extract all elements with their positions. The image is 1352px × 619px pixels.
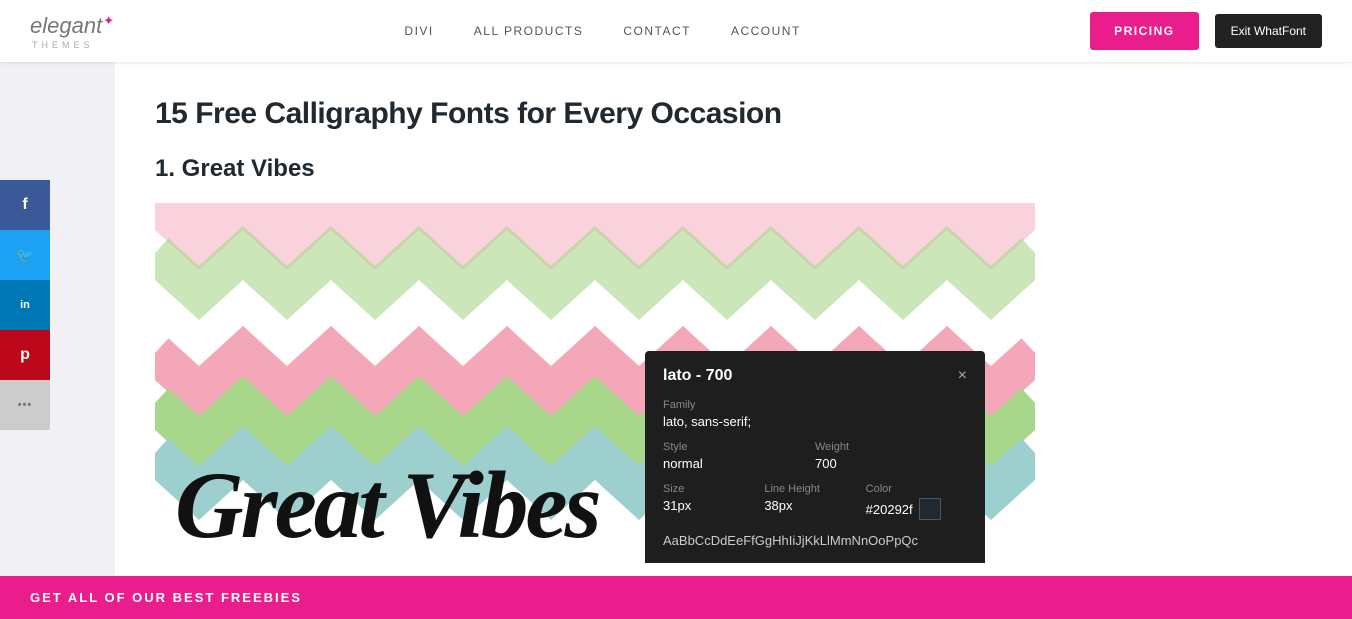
popup-font-name: lato - 700: [663, 367, 732, 385]
pinterest-icon: p: [20, 346, 30, 364]
popup-weight-label: Weight: [815, 441, 967, 453]
popup-size-value: 31px: [663, 498, 764, 513]
popup-style-weight-row: Style normal Weight 700: [663, 441, 967, 471]
pricing-button[interactable]: PRICING: [1090, 12, 1199, 50]
nav-item-contact[interactable]: CONTACT: [623, 24, 691, 38]
popup-style-label: Style: [663, 441, 815, 453]
nav-item-divi[interactable]: DIVI: [404, 24, 433, 38]
color-swatch: [919, 498, 941, 520]
logo-themes: themes: [32, 40, 94, 50]
popup-family-section: Family lato, sans-serif;: [663, 399, 967, 429]
nav-item-account[interactable]: ACCOUNT: [731, 24, 801, 38]
exit-whatfont-button[interactable]: Exit WhatFont: [1215, 14, 1322, 48]
popup-style-value: normal: [663, 456, 815, 471]
more-icon: •••: [18, 399, 33, 411]
popup-color-value: #20292f: [866, 502, 913, 517]
bottom-freebies-bar[interactable]: GET ALL OF OUR BEST FREEBIES: [0, 576, 1352, 619]
popup-color-col: Color #20292f: [866, 483, 967, 520]
popup-size-col: Size 31px: [663, 483, 764, 520]
popup-style-col: Style normal: [663, 441, 815, 471]
calligraphy-overlay: Great Vibes: [175, 458, 599, 553]
logo[interactable]: elegant ✦ themes: [30, 13, 115, 50]
popup-lineheight-value: 38px: [764, 498, 865, 513]
social-facebook-button[interactable]: f: [0, 180, 50, 230]
popup-header: lato - 700 ×: [663, 367, 967, 385]
popup-twitter-icon[interactable]: 🐦: [947, 560, 967, 563]
popup-family-label: Family: [663, 399, 967, 411]
popup-lineheight-col: Line Height 38px: [764, 483, 865, 520]
popup-weight-value: 700: [815, 456, 967, 471]
section-heading-1: 1. Great Vibes: [155, 155, 1312, 183]
popup-close-button[interactable]: ×: [958, 367, 967, 385]
linkedin-icon: in: [20, 299, 30, 311]
logo-star-icon: ✦: [103, 13, 114, 29]
social-more-button[interactable]: •••: [0, 380, 50, 430]
popup-weight-col: Weight 700: [815, 441, 967, 471]
popup-lineheight-label: Line Height: [764, 483, 865, 495]
popup-family-value: lato, sans-serif;: [663, 414, 967, 429]
social-linkedin-button[interactable]: in: [0, 280, 50, 330]
page-title: 15 Free Calligraphy Fonts for Every Occa…: [155, 97, 1312, 131]
social-pinterest-button[interactable]: p: [0, 330, 50, 380]
facebook-icon: f: [22, 196, 27, 214]
nav-item-all-products[interactable]: ALL PRODUCTS: [474, 24, 584, 38]
popup-color-label: Color: [866, 483, 941, 495]
social-twitter-button[interactable]: 🐦: [0, 230, 50, 280]
content-area: 15 Free Calligraphy Fonts for Every Occa…: [115, 62, 1352, 619]
font-image-container: Great Vibes lato - 700 × Family lato, sa…: [155, 203, 1035, 563]
popup-alphabet: AaBbCcDdEeFfGgHhIiJjKkLlMmNnOoPpQc: [663, 532, 967, 550]
popup-size-label: Size: [663, 483, 764, 495]
popup-size-lineheight-color-row: Size 31px Line Height 38px Color #20292f: [663, 483, 967, 520]
whatfont-popup: lato - 700 × Family lato, sans-serif; St…: [645, 351, 985, 563]
twitter-icon: 🐦: [16, 247, 33, 264]
header: elegant ✦ themes DIVI ALL PRODUCTS CONTA…: [0, 0, 1352, 62]
main-nav: DIVI ALL PRODUCTS CONTACT ACCOUNT: [404, 24, 800, 38]
page-wrapper: 15 Free Calligraphy Fonts for Every Occa…: [0, 62, 1352, 619]
logo-elegant: elegant: [30, 13, 102, 39]
popup-footer: 🐦: [663, 560, 967, 563]
social-sidebar: f 🐦 in p •••: [0, 180, 50, 430]
